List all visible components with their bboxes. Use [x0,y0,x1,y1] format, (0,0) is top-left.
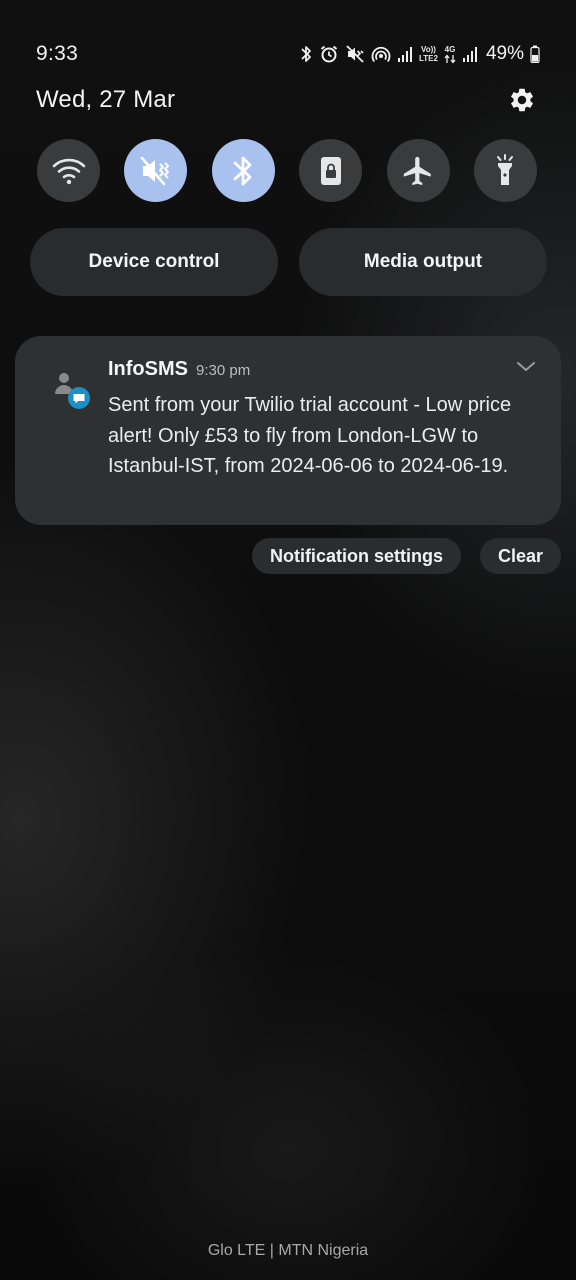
status-bar: 9:33 Vo)) LTE2 4G 49% [36,38,540,70]
date-label: Wed, 27 Mar [36,86,176,113]
sms-app-icon [55,373,90,409]
wifi-icon [52,158,85,184]
data-arrows-icon [444,53,456,64]
signal-icon [397,45,413,63]
notification-actions: Notification settings Clear [251,538,561,574]
rotation-lock-icon [320,156,341,185]
rotation-lock-toggle[interactable] [299,139,363,202]
notification-settings-button[interactable]: Notification settings [251,538,461,574]
status-time: 9:33 [36,42,79,65]
media-output-button[interactable]: Media output [299,228,547,296]
notification-message: Sent from your Twilio trial account - Lo… [108,394,512,477]
clear-button[interactable]: Clear [479,538,561,574]
gear-icon [511,88,533,112]
settings-button[interactable] [504,82,540,118]
quick-toggles [37,139,537,202]
flashlight-toggle[interactable] [473,139,537,202]
expand-button[interactable] [515,360,537,374]
date-row: Wed, 27 Mar [36,82,540,118]
battery-icon [530,45,540,63]
airplane-icon [403,156,431,185]
wifi-toggle[interactable] [37,139,100,202]
carrier-label: Glo LTE | MTN Nigeria [207,1242,369,1259]
notification-shade: 9:33 Vo)) LTE2 4G 49% Wed, 27 Mar Device… [0,0,576,1280]
volte-label: Vo)) LTE2 [419,45,438,63]
signal-icon [462,45,478,63]
device-control-button[interactable]: Device control [30,228,278,296]
alarm-icon [319,44,339,64]
bluetooth-icon [233,156,252,185]
mute-icon [345,44,365,64]
flashlight-icon [497,153,514,185]
bluetooth-toggle[interactable] [211,139,275,202]
chevron-down-icon [517,362,535,371]
airplane-mode-toggle[interactable] [386,139,450,202]
battery-percent: 49% [485,43,524,64]
status-icons: Vo)) LTE2 4G 49% [299,43,540,65]
hotspot-icon [371,44,391,64]
contact-avatar [52,370,94,412]
notification-header: InfoSMS 9:30 pm [108,358,250,381]
mute-toggle[interactable] [124,139,188,202]
mute-icon [140,156,169,185]
data-4g-label: 4G [444,45,456,64]
notification-card[interactable]: InfoSMS 9:30 pm Sent from your Twilio tr… [15,336,561,525]
panel-buttons: Device control Media output [30,228,547,296]
notification-time: 9:30 pm [196,362,251,379]
notification-app-name: InfoSMS [108,358,188,380]
bluetooth-icon [299,44,313,64]
